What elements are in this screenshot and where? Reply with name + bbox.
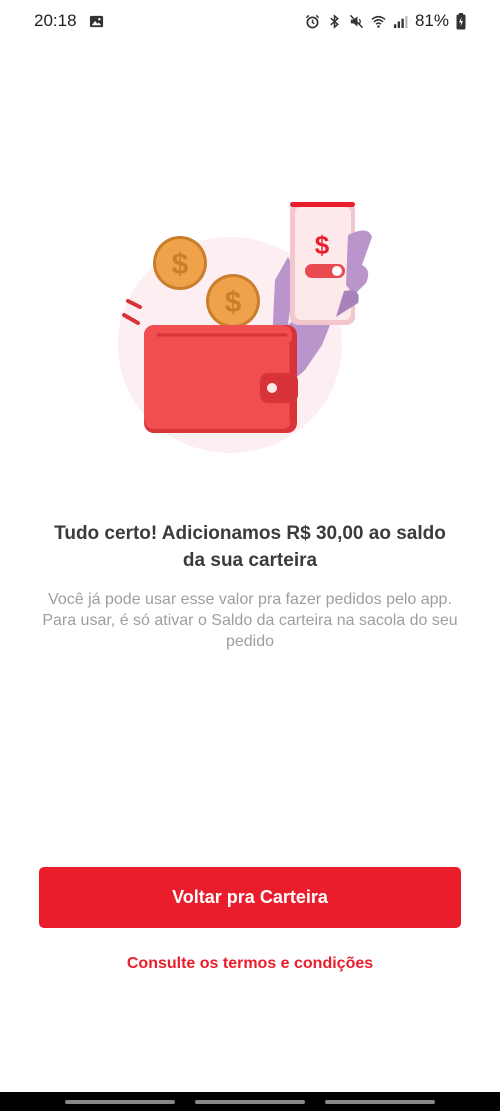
navigation-bar (0, 1092, 500, 1111)
svg-text:$: $ (225, 286, 242, 319)
wifi-icon (371, 15, 386, 28)
battery-percentage: 81% (414, 11, 449, 30)
success-message: Tudo certo! Adicionamos R$ 30,00 ao sald… (30, 520, 470, 652)
status-time: 20:18 (34, 11, 77, 30)
nav-back-handle[interactable] (65, 1099, 175, 1104)
coin-bottom-right: $ (206, 274, 260, 328)
status-bar: 20:18 81% (0, 0, 500, 42)
nav-home-handle[interactable] (195, 1099, 305, 1104)
wallet-illustration-graphic: $ $ $ (118, 202, 372, 453)
terms-link[interactable]: Consulte os termos e condições (0, 955, 500, 973)
fingers-shape (346, 230, 372, 295)
image-icon (89, 15, 103, 27)
message-body: Você já pode usar esse valor pra fazer p… (42, 591, 458, 650)
battery-icon (456, 12, 466, 29)
wallet-illustration: $ $ $ (100, 195, 400, 460)
signal-icon (393, 15, 408, 28)
bluetooth-icon (330, 13, 339, 29)
back-to-wallet-button[interactable]: Voltar pra Carteira (39, 867, 461, 928)
status-left: 20:18 (34, 11, 104, 31)
svg-text:$: $ (172, 248, 189, 281)
wallet-graphic (144, 325, 298, 433)
message-title: Tudo certo! Adicionamos R$ 30,00 ao sald… (54, 523, 446, 571)
mute-icon (349, 14, 364, 28)
screen: 20:18 81% $ $ $ Tudo certo! Adicionamos … (0, 0, 500, 1111)
status-right: 81% (305, 11, 466, 31)
phone-dollar-sign: $ (315, 230, 330, 260)
coin-top-left: $ (153, 236, 207, 290)
alarm-icon (305, 14, 320, 28)
nav-recents-handle[interactable] (325, 1099, 435, 1104)
